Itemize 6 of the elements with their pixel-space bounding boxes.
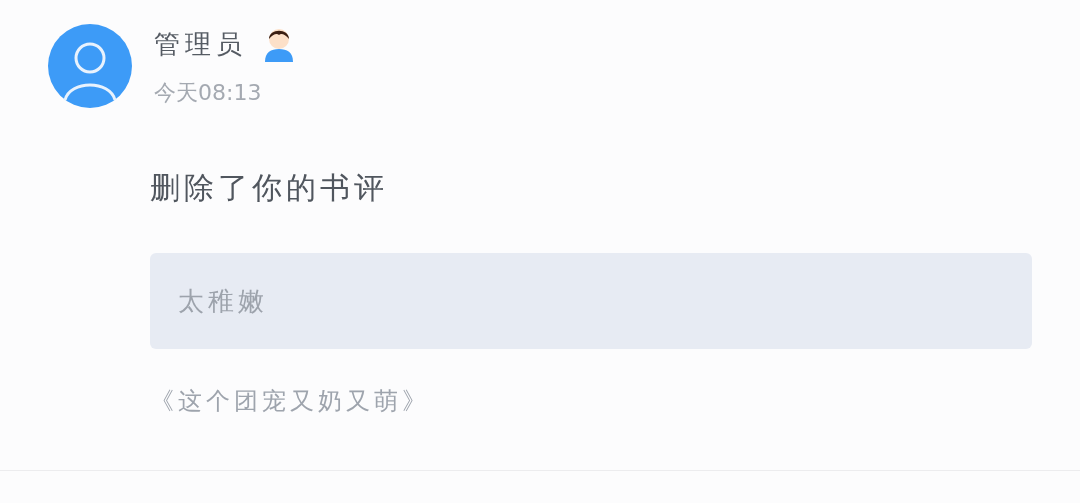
avatar-icon[interactable]	[48, 24, 132, 108]
notification-message: 删除了你的书评	[150, 169, 388, 207]
sender-name: 管理员	[154, 27, 247, 61]
quoted-review: 太稚嫩	[150, 253, 1032, 349]
timestamp: 今天08:13	[154, 79, 263, 107]
book-title-link[interactable]: 《这个团宠又奶又萌》	[150, 385, 430, 417]
